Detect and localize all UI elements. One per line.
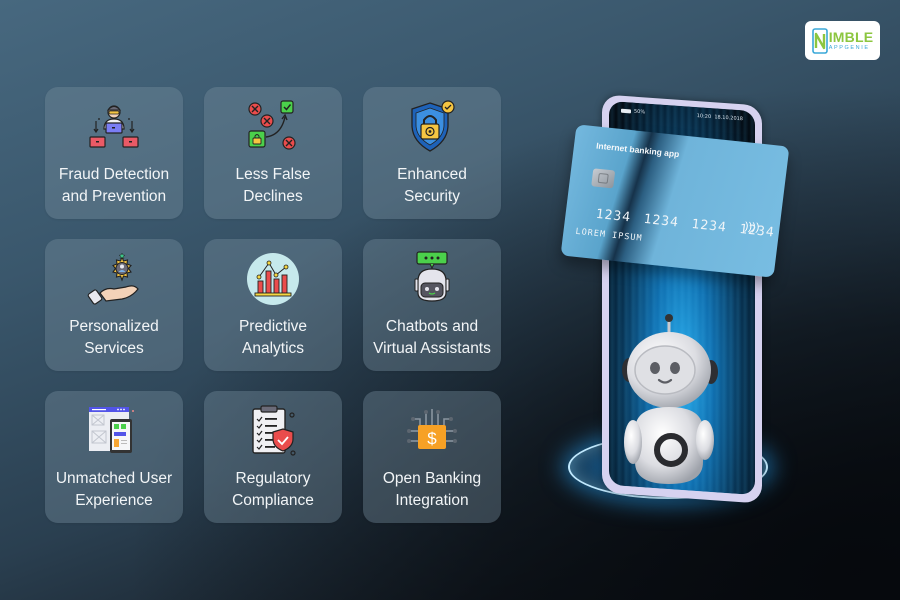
nimble-appgenie-logo[interactable]: IMBLE APPGENIE [805,21,880,60]
feature-label: Less False Declines [235,166,311,205]
feature-card-chatbots[interactable]: Chatbots and Virtual Assistants [363,239,501,371]
feature-card-regulatory-compliance[interactable]: Regulatory Compliance [204,391,342,523]
feature-label: Enhanced Security [397,166,467,205]
chatbot-icon [404,251,460,307]
status-time: 10:20 [696,113,712,121]
phone-status-bar: 50% 10:20 18.10.2018 [621,108,743,125]
battery-icon [621,108,631,113]
card-title: Internet banking app [595,140,680,160]
clipboard-shield-icon [245,403,301,459]
shield-lock-icon [404,99,460,155]
feature-card-open-banking[interactable]: $ Open Banking Integration [363,391,501,523]
feature-label: Personalized Services [69,318,159,357]
feature-label: Open Banking Integration [382,470,482,509]
feature-card-personalized-services[interactable]: Personalized Services [45,239,183,371]
feature-grid: Fraud Detection and Prevention Less Fals… [45,87,501,523]
svg-text:$: $ [427,429,437,448]
logo-n-mark-icon [811,27,828,54]
status-date: 18.10.2018 [714,114,743,123]
hacker-laptop-icon [86,99,142,155]
hand-gear-user-icon [86,251,142,307]
logo-subwordmark: APPGENIE [828,44,870,51]
feature-label: Unmatched User Experience [55,470,173,509]
bar-line-chart-icon [245,251,301,307]
approve-decline-icon [245,99,301,155]
feature-label: Fraud Detection and Prevention [58,166,170,205]
ui-wireframe-icon [86,403,142,459]
feature-card-less-false-declines[interactable]: Less False Declines [204,87,342,219]
logo-wordmark: IMBLE [828,28,874,45]
banking-robot-illustration: 50% 10:20 18.10.2018 Internet banking ap… [540,90,820,570]
feature-label: Chatbots and Virtual Assistants [373,318,491,357]
card-holder: LOREM IPSUM [574,226,644,244]
feature-card-fraud-detection[interactable]: Fraud Detection and Prevention [45,87,183,219]
card-chip-icon [591,168,616,189]
dollar-circuit-icon: $ [404,403,460,459]
feature-card-predictive-analytics[interactable]: Predictive Analytics [204,239,342,371]
feature-label: Regulatory Compliance [232,470,314,509]
credit-card: Internet banking app )))) 1234 1234 1234… [560,124,790,278]
feature-card-enhanced-security[interactable]: Enhanced Security [363,87,501,219]
battery-percent: 50% [634,108,646,116]
feature-label: Predictive Analytics [238,318,308,357]
feature-card-user-experience[interactable]: Unmatched User Experience [45,391,183,523]
robot-icon [622,314,718,484]
